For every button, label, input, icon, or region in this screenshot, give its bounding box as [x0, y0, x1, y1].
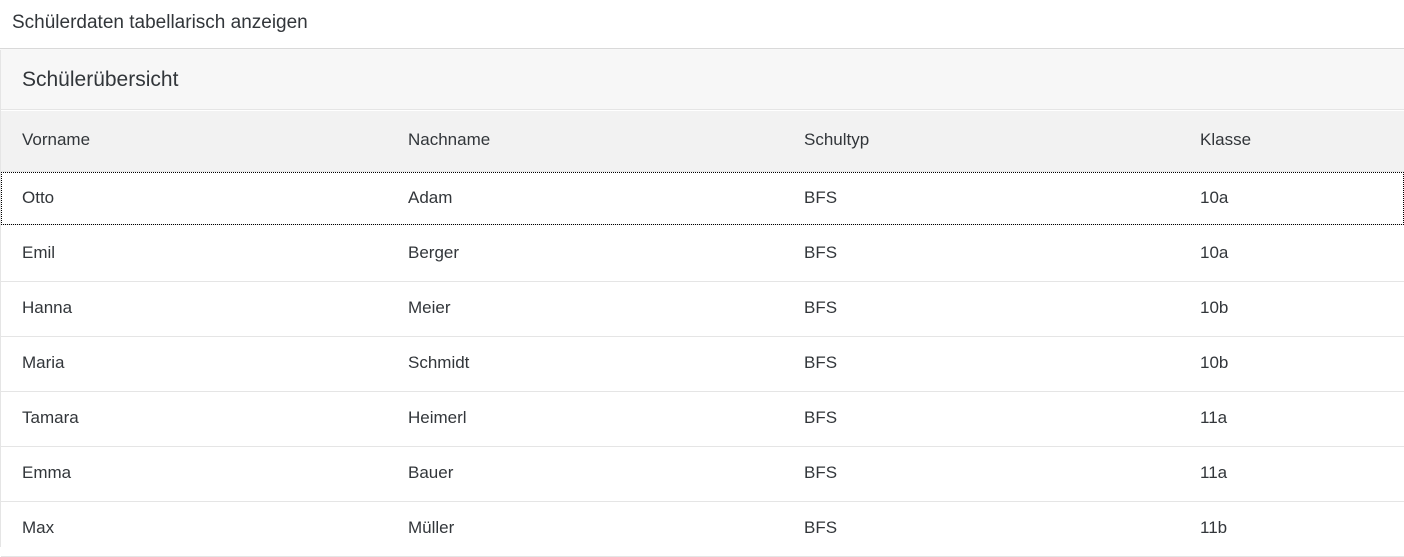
table-row[interactable]: Tamara Heimerl BFS 11a — [1, 392, 1404, 447]
cell-schultyp: BFS — [804, 463, 838, 482]
cell-nachname: Meier — [408, 298, 451, 317]
cell-klasse: 11b — [1200, 518, 1228, 537]
cell-klasse: 11a — [1200, 463, 1228, 482]
cell-nachname: Müller — [408, 518, 455, 537]
cell-schultyp: BFS — [804, 518, 838, 537]
table-row[interactable]: Hanna Meier BFS 10b — [1, 282, 1404, 337]
table-row[interactable]: Max Müller BFS 11b — [1, 502, 1404, 557]
table-row[interactable]: Otto Adam BFS 10a — [1, 172, 1404, 225]
table-row[interactable]: Emil Berger BFS 10a — [1, 227, 1404, 282]
student-table: Schülerübersicht Vorname Nachname Schult… — [0, 50, 1404, 557]
table-toolbar: Schülerübersicht — [1, 50, 1404, 110]
cell-schultyp: BFS — [804, 188, 838, 207]
page-header: Schülerdaten tabellarisch anzeigen — [0, 0, 1404, 49]
table-title: Schülerübersicht — [22, 68, 179, 91]
cell-klasse: 10a — [1200, 188, 1229, 207]
cell-vorname: Otto — [22, 188, 55, 207]
table-row[interactable]: Maria Schmidt BFS 10b — [1, 337, 1404, 392]
cell-vorname: Hanna — [22, 298, 73, 317]
column-header-schultyp[interactable]: Schultyp — [804, 130, 869, 150]
cell-vorname: Tamara — [22, 408, 79, 427]
column-header-vorname[interactable]: Vorname — [22, 130, 90, 150]
page-title: Schülerdaten tabellarisch anzeigen — [12, 12, 308, 33]
table-body: Otto Adam BFS 10a Emil Berger BFS 10a Ha… — [1, 172, 1404, 557]
cell-vorname: Maria — [22, 353, 65, 372]
cell-vorname: Emma — [22, 463, 72, 482]
cell-nachname: Adam — [408, 188, 453, 207]
cell-klasse: 10b — [1200, 298, 1229, 317]
column-header-nachname[interactable]: Nachname — [408, 130, 490, 150]
cell-vorname: Max — [22, 518, 55, 537]
cell-nachname: Heimerl — [408, 408, 467, 427]
cell-klasse: 10a — [1200, 243, 1229, 262]
cell-schultyp: BFS — [804, 298, 838, 317]
cell-schultyp: BFS — [804, 408, 838, 427]
table-row[interactable]: Emma Bauer BFS 11a — [1, 447, 1404, 502]
cell-schultyp: BFS — [804, 353, 838, 372]
cell-vorname: Emil — [22, 243, 56, 262]
cell-klasse: 11a — [1200, 408, 1228, 427]
cell-schultyp: BFS — [804, 243, 838, 262]
column-header-klasse[interactable]: Klasse — [1200, 130, 1251, 150]
cell-nachname: Berger — [408, 243, 460, 262]
table-header: Vorname Nachname Schultyp Klasse — [1, 111, 1404, 172]
cell-nachname: Schmidt — [408, 353, 470, 372]
cell-klasse: 10b — [1200, 353, 1229, 372]
cell-nachname: Bauer — [408, 463, 454, 482]
